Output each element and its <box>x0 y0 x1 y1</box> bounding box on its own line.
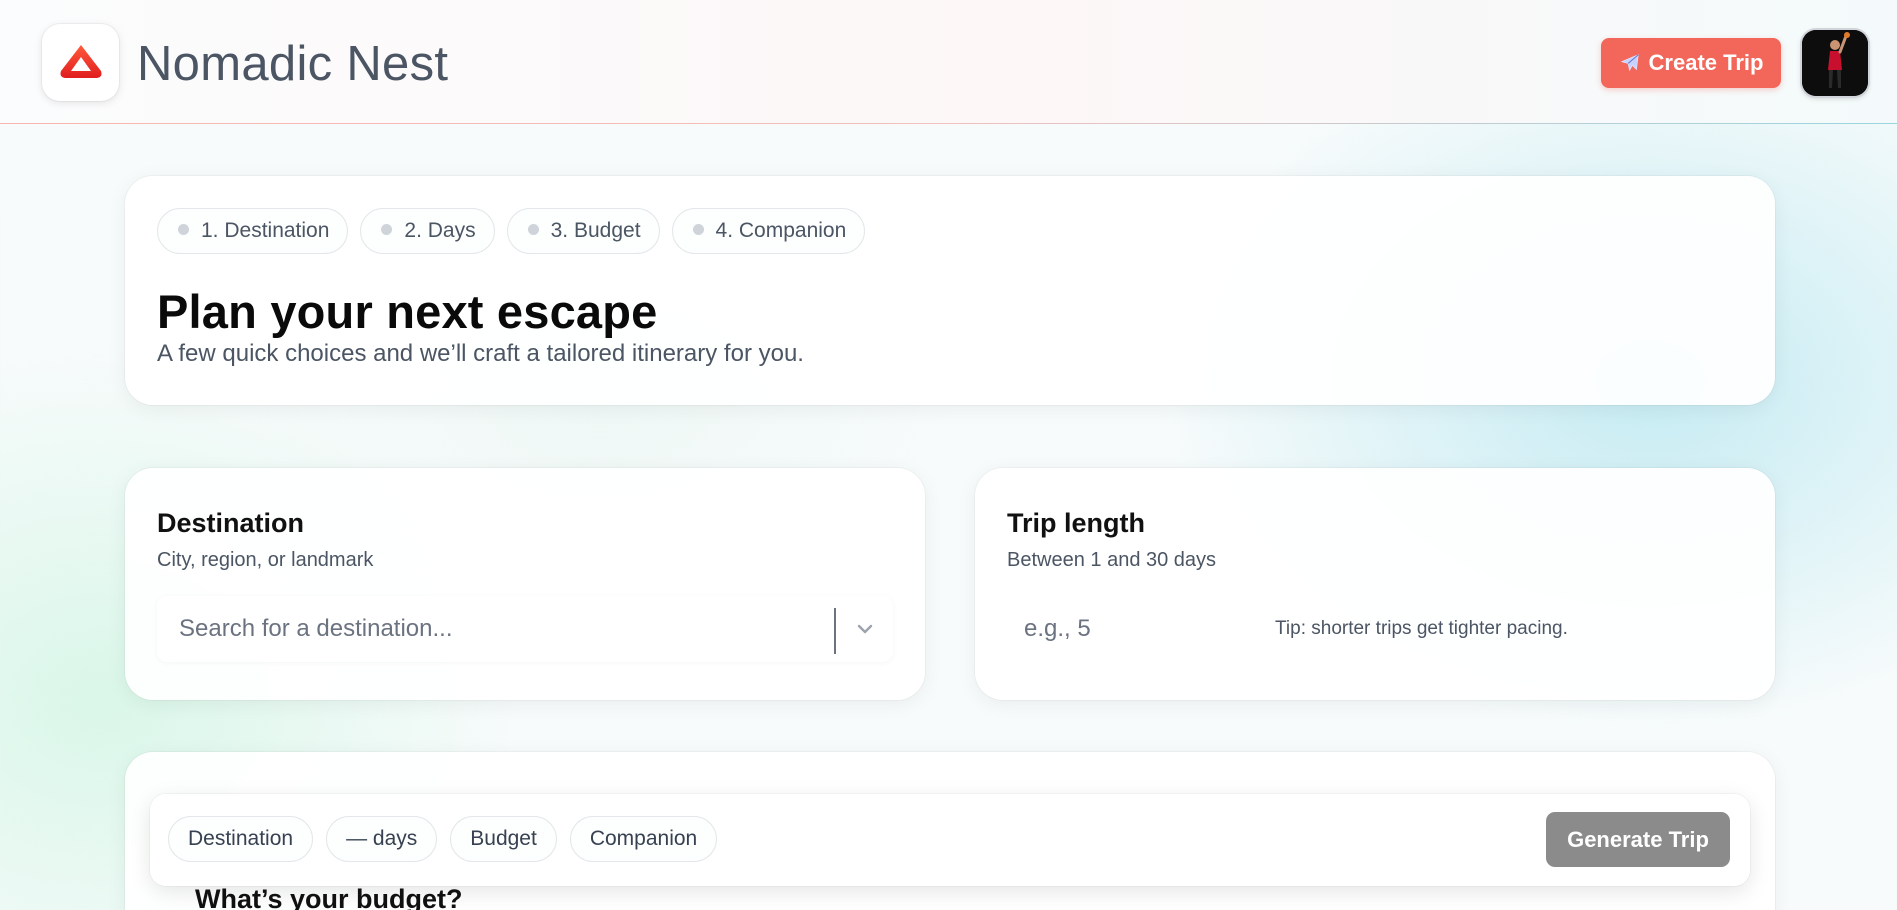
summary-chip-destination[interactable]: Destination <box>168 816 314 862</box>
page-title: Plan your next escape <box>157 285 658 338</box>
trip-length-card: Trip length Between 1 and 30 days Tip: s… <box>975 468 1775 700</box>
step-status-dot <box>527 223 539 235</box>
summary-chip-days[interactable]: — days <box>326 816 438 862</box>
trip-summary-bar: Destination — days Budget Companion Gene… <box>150 794 1750 886</box>
days-input[interactable] <box>1007 596 1237 662</box>
hero-card: 1. Destination 2. Days 3. Budget 4. Comp… <box>125 176 1775 405</box>
create-trip-label: Create Trip <box>1648 50 1764 75</box>
destination-card: Destination City, region, or landmark <box>125 468 925 700</box>
step-status-dot <box>692 223 704 235</box>
step-companion[interactable]: 4. Companion <box>671 208 866 254</box>
step-label: 4. Companion <box>715 219 847 242</box>
summary-chips: Destination — days Budget Companion <box>168 816 718 862</box>
summary-chip-companion[interactable]: Companion <box>569 816 718 862</box>
step-indicator: 1. Destination 2. Days 3. Budget 4. Comp… <box>157 208 866 254</box>
step-status-dot <box>381 223 393 235</box>
user-photo <box>1802 30 1868 96</box>
brand-name: Nomadic Nest <box>137 37 449 91</box>
top-header: Nomadic Nest Create Trip <box>0 0 1897 124</box>
logo[interactable] <box>42 24 119 101</box>
step-destination[interactable]: 1. Destination <box>157 208 349 254</box>
step-label: 2. Days <box>404 219 476 242</box>
avatar[interactable] <box>1802 30 1868 96</box>
airplane-icon <box>1620 54 1639 72</box>
chevron-down-icon[interactable] <box>853 617 877 641</box>
destination-select[interactable] <box>157 596 893 662</box>
create-trip-button[interactable]: Create Trip <box>1601 38 1781 88</box>
summary-chip-budget[interactable]: Budget <box>450 816 557 862</box>
trip-length-subtitle: Between 1 and 30 days <box>1007 549 1217 571</box>
step-days[interactable]: 2. Days <box>360 208 495 254</box>
destination-title: Destination <box>157 508 305 538</box>
page-subtitle: A few quick choices and we’ll craft a ta… <box>157 340 804 367</box>
select-separator <box>834 608 836 654</box>
tent-logo-icon <box>60 44 101 78</box>
destination-search-input[interactable] <box>157 596 827 662</box>
step-budget[interactable]: 3. Budget <box>506 208 660 254</box>
step-label: 1. Destination <box>201 219 330 242</box>
step-status-dot <box>178 223 189 235</box>
trip-length-tip: Tip: shorter trips get tighter pacing. <box>1275 618 1568 639</box>
generate-trip-button[interactable]: Generate Trip <box>1546 812 1730 867</box>
step-label: 3. Budget <box>550 219 641 242</box>
trip-length-title: Trip length <box>1007 508 1145 538</box>
destination-subtitle: City, region, or landmark <box>157 549 374 571</box>
budget-title: What’s your budget? <box>195 884 463 910</box>
